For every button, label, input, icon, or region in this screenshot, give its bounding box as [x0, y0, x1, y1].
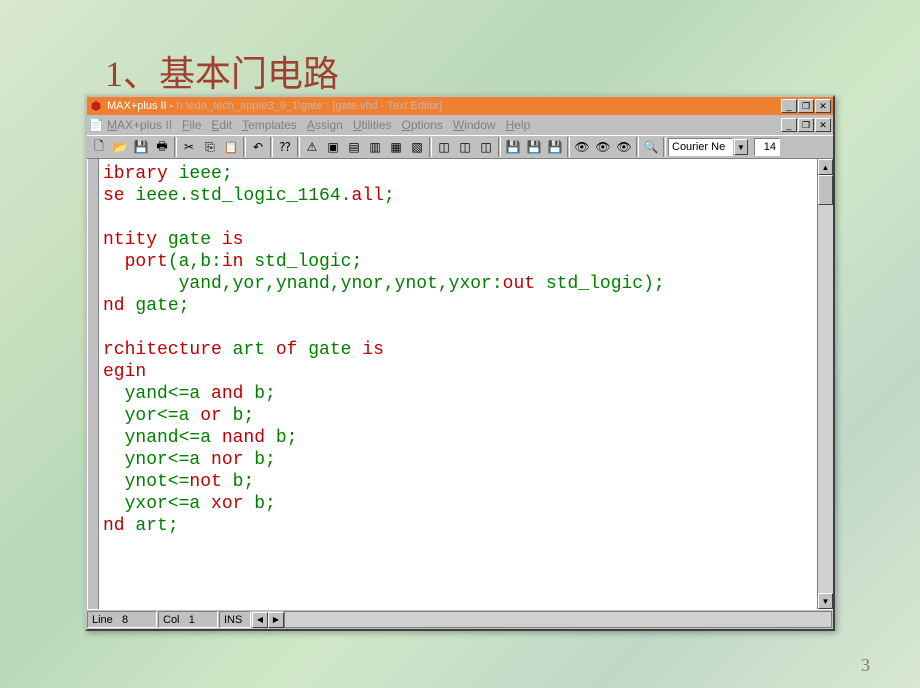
doc-icon[interactable]: 📄	[89, 118, 103, 132]
scroll-up-icon[interactable]: ▲	[818, 159, 833, 175]
scroll-right-icon[interactable]: ▶	[268, 612, 284, 628]
status-col: Col 1	[158, 611, 218, 628]
font-size-box[interactable]: 14	[754, 138, 780, 156]
scroll-left-icon[interactable]: ◀	[252, 612, 268, 628]
scroll-track[interactable]	[818, 205, 833, 593]
compile-icon[interactable]: ⚠	[302, 137, 322, 157]
tool-icon-4[interactable]: ▦	[386, 137, 406, 157]
chip-icon-2[interactable]: ◫	[455, 137, 475, 157]
editor-area: ibrary ieee; se ieee.std_logic_1164.all;…	[87, 159, 833, 609]
col-value: 1	[189, 614, 195, 626]
tool-icon-2[interactable]: ▤	[344, 137, 364, 157]
code-editor[interactable]: ibrary ieee; se ieee.std_logic_1164.all;…	[99, 159, 817, 609]
menu-maxplus[interactable]: MMAX+plus IIAX+plus II	[107, 118, 172, 132]
outer-title-bar[interactable]: ⬢ MAX+plus II - h:\eda_tech_app\e3_9_1\g…	[87, 97, 833, 115]
title-suffix: - [gate.vhd - Text Editor]	[323, 100, 443, 112]
tool-icon-5[interactable]: ▧	[407, 137, 427, 157]
title-prefix: MAX+plus II -	[107, 100, 176, 112]
new-icon[interactable]: 🗋	[89, 137, 109, 157]
horizontal-scrollbar[interactable]: ◀ ▶	[252, 612, 284, 628]
status-bar: Line 8 Col 1 INS ◀ ▶	[87, 609, 833, 629]
print-icon[interactable]: 🖶	[152, 137, 172, 157]
scroll-thumb[interactable]	[818, 175, 833, 205]
vertical-scrollbar[interactable]: ▲ ▼	[817, 159, 833, 609]
cut-icon[interactable]: ✂	[179, 137, 199, 157]
menu-options[interactable]: Options	[402, 118, 443, 132]
slide-page-number: 3	[861, 655, 870, 676]
tool-icon-1[interactable]: ▣	[323, 137, 343, 157]
help-icon[interactable]: ⁇	[275, 137, 295, 157]
doc-close-button[interactable]: ✕	[815, 118, 831, 132]
open-icon[interactable]: 📂	[110, 137, 130, 157]
scroll-down-icon[interactable]: ▼	[818, 593, 833, 609]
restore-button[interactable]: ❐	[798, 99, 814, 113]
font-dropdown-icon[interactable]: ▼	[734, 139, 748, 155]
paste-icon[interactable]: 📋	[221, 137, 241, 157]
slide-title: 1、基本门电路	[105, 45, 339, 97]
undo-icon[interactable]: ↶	[248, 137, 268, 157]
doc-minimize-button[interactable]: _	[781, 118, 797, 132]
save-icon-4[interactable]: 💾	[545, 137, 565, 157]
eye-icon-2[interactable]: 👁	[593, 137, 613, 157]
menu-utilities[interactable]: Utilities	[353, 118, 392, 132]
toolbar: 🗋 📂 💾 🖶 ✂ ⎘ 📋 ↶ ⁇ ⚠ ▣ ▤ ▥ ▦ ▧ ◫ ◫ ◫ 💾 💾 …	[87, 135, 833, 159]
app-icon: ⬢	[89, 99, 103, 113]
hscroll-track[interactable]	[284, 611, 832, 628]
menu-assign[interactable]: Assign	[307, 118, 343, 132]
gutter	[87, 159, 99, 609]
menu-window[interactable]: Window	[453, 118, 496, 132]
search-icon[interactable]: 🔍	[641, 137, 661, 157]
menu-help[interactable]: Help	[506, 118, 531, 132]
chip-icon-1[interactable]: ◫	[434, 137, 454, 157]
save-icon-3[interactable]: 💾	[524, 137, 544, 157]
title-path: h:\eda_tech_app\e3_9_1\gate	[176, 100, 322, 112]
save-icon[interactable]: 💾	[131, 137, 151, 157]
maxplus-window: ⬢ MAX+plus II - h:\eda_tech_app\e3_9_1\g…	[85, 95, 835, 631]
menu-bar: 📄 MMAX+plus IIAX+plus II File Edit Templ…	[87, 115, 833, 135]
minimize-button[interactable]: _	[781, 99, 797, 113]
tool-icon-3[interactable]: ▥	[365, 137, 385, 157]
col-label: Col	[163, 614, 180, 626]
status-line: Line 8	[87, 611, 157, 628]
font-name-box[interactable]: Courier Ne	[668, 138, 733, 156]
copy-icon[interactable]: ⎘	[200, 137, 220, 157]
save-icon-2[interactable]: 💾	[503, 137, 523, 157]
close-button[interactable]: ✕	[815, 99, 831, 113]
chip-icon-3[interactable]: ◫	[476, 137, 496, 157]
window-title: MAX+plus II - h:\eda_tech_app\e3_9_1\gat…	[107, 100, 781, 112]
eye-icon-1[interactable]: 👁	[572, 137, 592, 157]
menu-file[interactable]: File	[182, 118, 201, 132]
menu-edit[interactable]: Edit	[211, 118, 232, 132]
eye-icon-3[interactable]: 👁	[614, 137, 634, 157]
status-ins: INS	[219, 611, 251, 628]
doc-restore-button[interactable]: ❐	[798, 118, 814, 132]
line-label: Line	[92, 614, 113, 626]
menu-templates[interactable]: Templates	[242, 118, 297, 132]
line-value: 8	[122, 614, 128, 626]
